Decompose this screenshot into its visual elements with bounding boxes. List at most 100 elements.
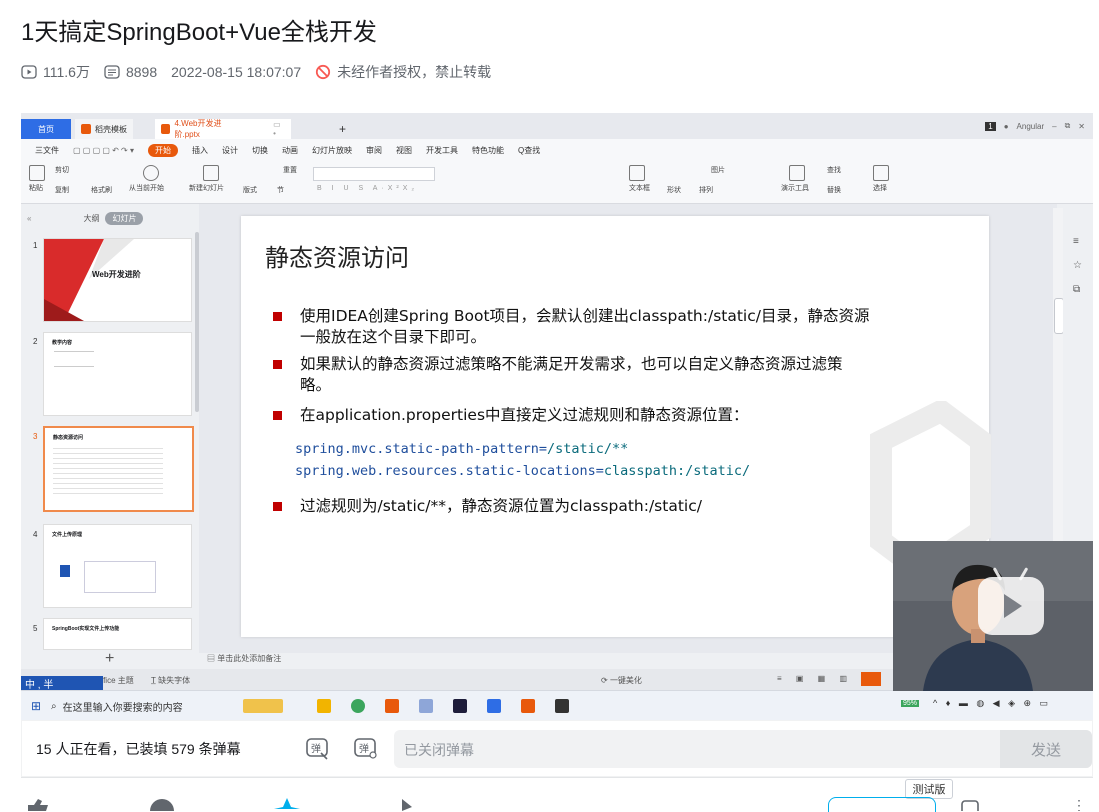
replace-button[interactable]: 替换 [827,185,841,195]
idea-icon[interactable] [453,699,467,713]
minimize-icon[interactable]: – [1052,122,1056,131]
recorder-icon[interactable] [555,699,569,713]
play-button[interactable] [978,567,1044,635]
font-select[interactable] [313,167,435,181]
video-meta: 111.6万 8898 2022-08-15 18:07:07 未经作者授权，禁… [21,62,505,82]
windows-taskbar: ⊞ ⌕ 在这里输入你要搜索的内容 95% ^ ♦ ▬ ◍ ◀ ◈ ⊕ ▭ [21,690,1093,720]
notes-button[interactable] [960,797,982,811]
select-button[interactable]: 选择 [873,165,889,193]
view-mode-icons[interactable]: ≡ ▣ ▦ ▥ [777,674,853,683]
send-button[interactable]: 发送 [1000,730,1092,768]
tab-menu-icon[interactable]: ▭ • [273,120,285,138]
coin-button[interactable] [148,797,178,811]
current-slide[interactable]: 静态资源访问 使用IDEA创建Spring Boot项目，会默认创建出class… [241,216,991,637]
danmaku-count: 8898 [104,64,157,80]
quick-access-icons[interactable]: ▢ ▢ ▢ ▢ ↶ ↷ ▾ [73,146,134,155]
present-tools-button[interactable]: 演示工具 [781,165,809,193]
menu-devtools[interactable]: 开发工具 [426,145,458,156]
thumb-slide-3[interactable]: 静态资源访问 [43,426,194,512]
taskbar-search[interactable]: ⌕ 在这里输入你要搜索的内容 [51,696,231,716]
new-tab-button[interactable]: + [333,119,352,139]
thumb-slide-2[interactable]: 教学内容 [43,332,192,416]
new-slide-button[interactable]: 新建幻灯片 [189,165,224,193]
menu-view[interactable]: 视图 [396,145,412,156]
cut-button[interactable]: 剪切 [55,165,69,175]
right-tool-icons[interactable]: ≡ ☆ ⧉ [1073,230,1082,302]
danmaku-settings-icon[interactable]: 弹 [353,736,379,760]
chrome-icon[interactable] [351,699,365,713]
find-button[interactable]: 查找 [827,165,841,175]
thumb-slide-5[interactable]: SpringBoot实现文件上传功能 [43,618,192,650]
ppt-file-icon [161,124,171,134]
restore-icon[interactable]: ⧉ [1065,121,1071,131]
video-player[interactable]: 首页 稻壳模板 4.Web开发进阶.pptx ▭ • + 1 ● Angular … [21,113,1093,720]
menu-transition[interactable]: 切换 [252,145,268,156]
vscode-icon[interactable] [487,699,501,713]
beautify-button[interactable]: ⟳ 一键美化 [601,675,642,686]
account-name[interactable]: Angular [1017,122,1045,131]
wps-template-tab[interactable]: 稻壳模板 [75,119,133,139]
ime-indicator[interactable]: 中 , 半 [21,676,103,691]
share-button[interactable] [398,797,422,811]
format-painter-button[interactable]: 格式刷 [91,185,112,195]
tray-icons[interactable]: ^ ♦ ▬ ◍ ◀ ◈ ⊕ ▭ [933,698,1051,709]
tool-icon[interactable] [419,699,433,713]
thumb-number: 1 [33,241,38,250]
thumb-text-lines [54,351,94,367]
wps-icon[interactable] [521,699,535,713]
video-title: 1天搞定SpringBoot+Vue全栈开发 [21,19,377,46]
favorite-button[interactable] [272,797,302,811]
status-font[interactable]: T̲ 缺失字体 [151,675,190,686]
picture-button[interactable]: 图片 [711,165,725,175]
wps-file-tab[interactable]: 4.Web开发进阶.pptx ▭ • [155,119,291,139]
thumb-title: 教学内容 [52,340,73,346]
like-button[interactable] [24,797,58,811]
slides-tab[interactable]: 幻灯片 [105,212,144,225]
wps-home-tab[interactable]: 首页 [21,119,71,139]
menu-features[interactable]: 特色功能 [472,145,504,156]
menu-start[interactable]: 开始 [148,143,178,157]
textbox-button[interactable]: 文本框 [629,165,650,193]
title-slide-graphic [44,239,134,321]
danmaku-input[interactable]: 已关闭弹幕 发送 [394,730,1092,768]
menu-search[interactable]: Q查找 [518,145,540,156]
play-from-current-button[interactable]: 从当前开始 [129,165,164,193]
menu-file[interactable]: 三文件 [35,145,59,156]
windows-start-icon[interactable]: ⊞ [31,699,41,713]
section-button[interactable]: 节 [277,185,284,195]
wps-window-controls: 1 ● Angular – ⧉ ✕ [985,121,1085,131]
menu-slideshow[interactable]: 幻灯片放映 [312,145,352,156]
paste-button[interactable]: 粘贴 [29,165,45,193]
thumb-slide-4[interactable]: 文件上传原理 [43,524,192,608]
thumb-slide-1[interactable]: Web开发进阶 [43,238,192,322]
badge-icon: 1 [985,121,996,131]
font-style-icons[interactable]: B I U S A·X²X₂ [317,185,418,192]
reset-button[interactable]: 重置 [283,165,297,175]
view-count: 111.6万 [21,62,90,82]
account-avatar[interactable]: ● [1004,122,1009,131]
notes-area[interactable]: ▤ 单击此处添加备注 [207,653,907,669]
bullet-marker [273,502,282,511]
arrange-button[interactable]: 排列 [699,185,713,195]
add-slide-icon[interactable]: + [105,650,114,668]
sublime-icon[interactable] [385,699,399,713]
danmaku-icon [104,65,120,79]
danmaku-toggle-icon[interactable]: 弹 [305,736,331,760]
sticker-button[interactable] [828,797,936,812]
menu-design[interactable]: 设计 [222,145,238,156]
play-slideshow-button[interactable] [861,672,881,686]
layout-button[interactable]: 版式 [243,185,257,195]
close-icon[interactable]: ✕ [1078,122,1085,131]
thumb-text-lines [53,444,163,494]
collapse-pane-icon[interactable]: « [27,214,31,223]
outline-tab[interactable]: 大纲 [83,213,99,224]
more-icon[interactable]: ⋮ [1072,797,1082,811]
copy-button[interactable]: 复制 [55,185,69,195]
menu-insert[interactable]: 插入 [192,145,208,156]
menu-animation[interactable]: 动画 [282,145,298,156]
status-theme[interactable]: ffice 主题 [101,675,134,686]
explorer-icon[interactable] [317,699,331,713]
menu-review[interactable]: 审阅 [366,145,382,156]
thumb-number: 2 [33,337,38,346]
shape-button[interactable]: 形状 [667,185,681,195]
